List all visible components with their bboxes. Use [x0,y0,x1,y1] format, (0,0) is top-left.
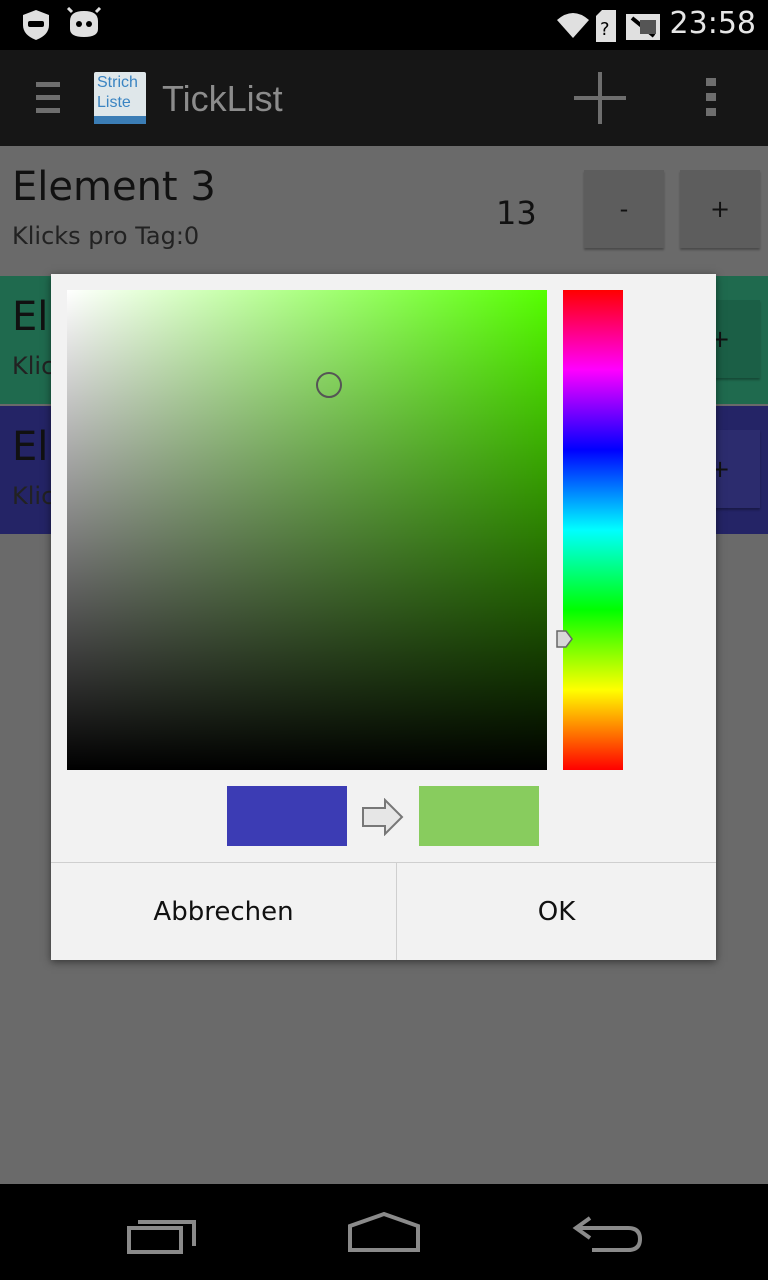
list-item[interactable]: Element 3 Klicks pro Tag:0 13 - + [0,146,768,274]
increment-button[interactable]: + [680,170,760,248]
hue-slider[interactable] [563,290,623,770]
logo-text-line2: Liste [97,94,131,111]
home-icon[interactable] [346,1212,422,1254]
sim-unknown-icon: ? [596,10,616,42]
app-title: TickList [162,78,283,119]
navigation-bar [0,1184,768,1280]
wifi-icon [557,13,589,38]
add-icon[interactable] [572,70,628,126]
item-title: El [12,294,49,340]
status-bar: ? 23:58 [0,0,768,50]
svg-text:?: ? [600,19,610,40]
overflow-icon[interactable] [704,78,720,118]
item-subtitle: Klicks pro Tag:0 [12,222,200,250]
logo-text-line1: Strich [97,74,138,91]
old-color-swatch[interactable] [227,786,347,846]
app-logo: Strich Liste [94,72,146,124]
cancel-button[interactable]: Abbrechen [51,863,396,960]
cyanogenmod-icon [66,7,102,37]
privacy-guard-icon [23,10,49,40]
recents-icon[interactable] [126,1216,198,1256]
color-picker-dialog: Abbrechen OK [51,274,716,960]
action-bar: Strich Liste TickList [0,50,768,146]
item-count: 13 [496,194,537,232]
battery-icon [626,14,660,40]
back-icon[interactable] [572,1214,644,1254]
decrement-button[interactable]: - [584,170,664,248]
saturation-value-picker[interactable] [67,290,547,770]
item-subtitle: Klic [12,482,55,510]
menu-icon[interactable] [36,80,62,116]
hue-slider-handle[interactable] [556,629,574,649]
ok-button[interactable]: OK [397,863,716,960]
new-color-swatch[interactable] [419,786,539,846]
item-title: Element 3 [12,164,216,210]
status-time: 23:58 [669,6,756,41]
arrow-right-icon [362,798,404,836]
item-title: El [12,424,49,470]
item-subtitle: Klic [12,352,55,380]
color-selector-cursor[interactable] [316,372,342,398]
